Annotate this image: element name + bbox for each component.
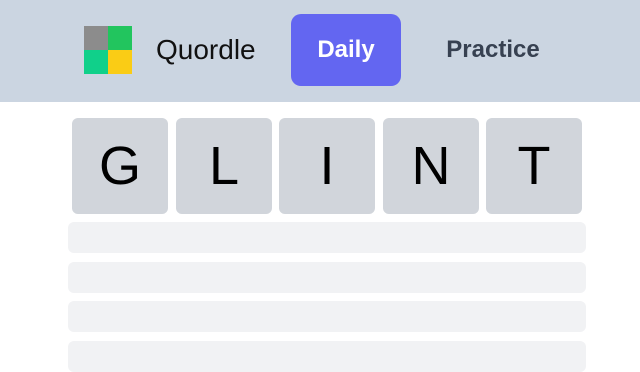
empty-guess-row: [68, 341, 586, 372]
letter-tile: T: [486, 118, 582, 214]
empty-guess-row: [68, 301, 586, 332]
top-bar: Quordle Daily Practice: [0, 0, 640, 102]
letter-tile: L: [176, 118, 272, 214]
empty-guess-row: [68, 222, 586, 253]
app-title[interactable]: Quordle: [156, 30, 256, 70]
letter-tile: G: [72, 118, 168, 214]
tab-daily[interactable]: Daily: [291, 14, 401, 86]
letter-tile: N: [383, 118, 479, 214]
logo-square-teal: [84, 50, 108, 74]
logo-square-green: [108, 26, 132, 50]
tab-practice[interactable]: Practice: [422, 14, 564, 86]
logo-square-gray: [84, 26, 108, 50]
empty-guess-row: [68, 262, 586, 293]
logo-square-yellow: [108, 50, 132, 74]
letter-tile: I: [279, 118, 375, 214]
quordle-logo-icon[interactable]: [84, 26, 132, 74]
